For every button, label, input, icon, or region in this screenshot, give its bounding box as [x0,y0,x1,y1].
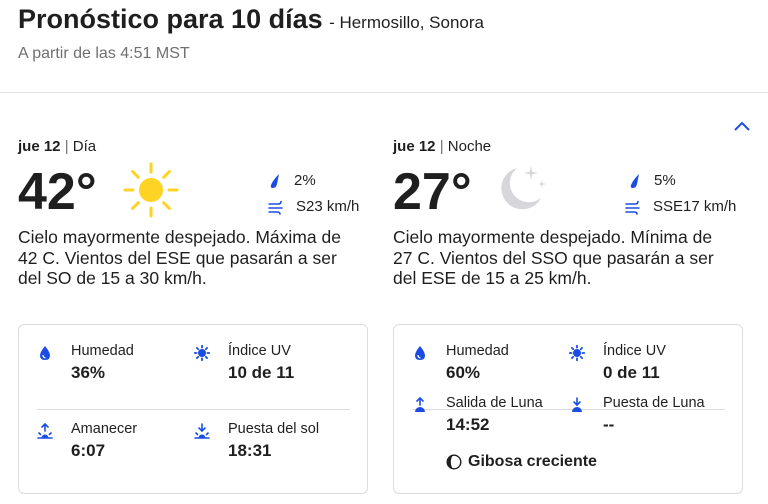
uv-icon [569,345,585,361]
raindrop-icon [270,173,279,188]
temperature: 42° [18,163,97,221]
humidity-value: 60% [446,363,481,382]
day-forecast: jue 12 | Día 42° 2% S23 km/h Cielo mayor… [18,138,373,504]
sun-icon [123,162,179,218]
sunrise-value: 6:07 [71,441,106,460]
moonrise-value: 14:52 [446,415,490,434]
forecast-narrative: Cielo mayormente despejado. Máxima de 42… [18,227,341,288]
forecast-narrative: Cielo mayormente despejado. Mínima de 27… [393,227,714,288]
moon-phase-icon [446,454,462,470]
separator: | [64,138,69,155]
details-divider [37,409,350,410]
header-divider [0,92,768,93]
details-card: Humedad 36% Índice UV 10 de 11 Amanecer … [18,324,368,494]
precip-row: 2% [268,172,316,189]
precip-value: 5% [654,172,676,189]
moonrise-icon [415,397,425,412]
moon-phase-label: Gibosa creciente [468,453,597,470]
sunrise-icon [37,423,53,439]
daypart-name: Noche [447,138,492,155]
page-title: Pronóstico para 10 días [18,4,323,34]
uv-label: Índice UV [228,343,291,359]
wind-icon [268,200,283,215]
humidity-icon [40,346,50,360]
wind-value: S23 km/h [296,198,360,215]
sunset-value: 18:31 [228,441,272,460]
date-label: jue 12 [18,138,61,155]
humidity-label: Humedad [71,343,134,359]
separator: | [439,138,444,155]
moonset-label: Puesta de Luna [603,395,705,411]
wind-icon [625,200,640,215]
uv-label: Índice UV [603,343,666,359]
daypart-label: jue 12 | Día [18,138,373,155]
temperature: 27° [393,163,472,221]
moonset-icon [572,397,582,412]
night-forecast: jue 12 | Noche 27° 5% SSE17 km/h Cielo m… [393,138,748,504]
uv-value: 0 de 11 [603,363,660,382]
raindrop-icon [630,173,639,188]
sunset-icon [194,423,210,439]
sunrise-label: Amanecer [71,421,138,437]
humidity-label: Humedad [446,343,509,359]
precip-value: 2% [294,172,316,189]
moon-phase: Gibosa creciente [446,453,597,471]
location-label: - Hermosillo, Sonora [329,13,485,32]
humidity-value: 36% [71,363,106,382]
moonset-value: -- [603,415,615,434]
sunset-label: Puesta del sol [228,421,320,437]
daypart-name: Día [72,138,97,155]
humidity-icon [415,346,425,360]
date-label: jue 12 [393,138,436,155]
updated-time: A partir de las 4:51 MST [18,45,190,62]
moon-icon [501,166,546,210]
uv-value: 10 de 11 [228,363,295,382]
wind-row: S23 km/h [268,198,359,215]
moonrise-label: Salida de Luna [446,395,543,411]
daypart-label: jue 12 | Noche [393,138,748,155]
wind-value: SSE17 km/h [653,198,737,215]
wind-row: SSE17 km/h [625,198,736,215]
precip-row: 5% [628,172,676,189]
page-header: Pronóstico para 10 días - Hermosillo, So… [18,4,484,35]
chevron-up-icon[interactable] [731,118,753,134]
uv-icon [194,345,210,361]
details-card: Humedad 60% Índice UV 0 de 11 Salida de … [393,324,743,494]
